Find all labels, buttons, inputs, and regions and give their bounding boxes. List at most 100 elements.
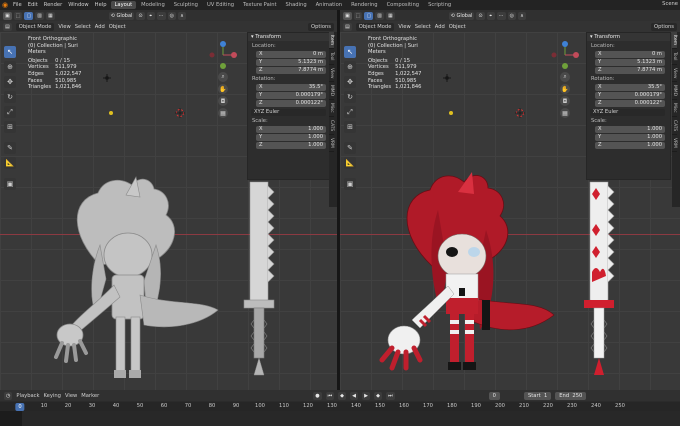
scale-tool-icon[interactable]: ⤢ bbox=[344, 106, 356, 118]
prev-key-icon[interactable]: ◆ bbox=[338, 391, 347, 400]
panel-title[interactable]: ▾ Transform bbox=[248, 33, 331, 41]
jump-start-icon[interactable]: ⏮ bbox=[325, 391, 335, 400]
jump-end-icon[interactable]: ⏭ bbox=[386, 391, 395, 400]
add-cube-tool-icon[interactable]: ▣ bbox=[344, 178, 356, 190]
location-x-field[interactable]: X0 m bbox=[256, 51, 326, 58]
falloff-icon[interactable]: ∧ bbox=[177, 11, 186, 20]
snap-target-icon[interactable]: ⋯ bbox=[156, 11, 166, 20]
next-key-icon[interactable]: ◆ bbox=[374, 391, 383, 400]
editor-type-icon[interactable]: ▣ bbox=[3, 11, 12, 20]
scale-x-field[interactable]: X 1.000 bbox=[256, 126, 326, 133]
mode-dropdown[interactable]: Object Mode bbox=[15, 22, 55, 31]
mode-toggle-icon[interactable]: ⬚ bbox=[353, 11, 363, 20]
viewport-left[interactable]: ▣ ⬚ ▢ ▥ ▦ ⟲ Global ⊙ ⌖ ⋯ ◎ ∧ ▤ Object Mo… bbox=[0, 10, 337, 390]
light-icon[interactable] bbox=[103, 74, 111, 82]
current-frame-field[interactable]: 0 bbox=[488, 391, 500, 400]
proportional-edit-icon[interactable]: ◎ bbox=[507, 11, 516, 20]
select-mode-icon[interactable]: ▥ bbox=[375, 11, 384, 20]
scale-y-field[interactable]: Y 1.000 bbox=[595, 134, 665, 141]
workspace-tab-animation[interactable]: Animation bbox=[312, 1, 346, 9]
blender-logo-icon[interactable]: ◉ bbox=[0, 0, 10, 10]
select-mode-icon[interactable]: ▦ bbox=[385, 11, 395, 20]
menu-view[interactable]: View bbox=[65, 393, 77, 399]
scale-z-field[interactable]: Z 1.000 bbox=[595, 142, 665, 149]
cursor-tool-icon[interactable]: ⊕ bbox=[344, 61, 356, 73]
location-z-field[interactable]: Z 7.8774 m bbox=[595, 67, 665, 74]
scale-x-field[interactable]: X 1.000 bbox=[595, 126, 665, 133]
menu-file[interactable]: File bbox=[10, 2, 25, 8]
pan-hand-icon[interactable]: ✋ bbox=[560, 84, 570, 94]
move-tool-icon[interactable]: ✥ bbox=[4, 76, 16, 88]
play-icon[interactable]: ▶ bbox=[362, 391, 371, 400]
menu-add[interactable]: Add bbox=[435, 24, 445, 30]
tab-cats[interactable]: CATS bbox=[672, 117, 677, 135]
rotation-y-field[interactable]: Y 0.000179° bbox=[256, 92, 326, 99]
clock-icon[interactable]: ◷ bbox=[4, 391, 13, 400]
timeline-track-area[interactable] bbox=[0, 411, 680, 426]
tab-view[interactable]: View bbox=[672, 65, 677, 82]
annotate-tool-icon[interactable]: ✎ bbox=[4, 142, 16, 154]
workspace-tab-sculpting[interactable]: Sculpting bbox=[170, 1, 202, 9]
menu-view[interactable]: View bbox=[398, 24, 410, 30]
tab-mmd[interactable]: MMD bbox=[329, 82, 334, 100]
location-z-field[interactable]: Z 7.8774 m bbox=[256, 67, 326, 74]
options-dropdown[interactable]: Options bbox=[650, 22, 677, 31]
sword-model-colored[interactable] bbox=[582, 180, 618, 380]
orientation-dropdown[interactable]: ⟲ Global bbox=[448, 11, 475, 20]
tab-misc[interactable]: Misc bbox=[329, 100, 334, 117]
rotate-tool-icon[interactable]: ↻ bbox=[344, 91, 356, 103]
pan-hand-icon[interactable]: ✋ bbox=[218, 84, 228, 94]
menu-playback[interactable]: Playback bbox=[16, 393, 39, 399]
end-frame-field[interactable]: End 250 bbox=[555, 391, 587, 400]
select-box-icon[interactable]: ▢ bbox=[364, 11, 374, 20]
snap-target-icon[interactable]: ⋯ bbox=[496, 11, 506, 20]
tab-item[interactable]: Item bbox=[672, 32, 677, 49]
measure-tool-icon[interactable]: 📐 bbox=[344, 157, 356, 169]
rotation-z-field[interactable]: Z 0.000122° bbox=[595, 100, 665, 107]
panel-title[interactable]: ▾ Transform bbox=[587, 33, 670, 41]
tab-vrm[interactable]: VRM bbox=[672, 135, 677, 152]
falloff-icon[interactable]: ∧ bbox=[517, 11, 526, 20]
location-y-field[interactable]: Y 5.1323 m bbox=[595, 59, 665, 66]
proportional-edit-icon[interactable]: ◎ bbox=[167, 11, 176, 20]
pivot-icon[interactable]: ⊙ bbox=[476, 11, 485, 20]
zoom-icon[interactable]: ⌕ bbox=[560, 72, 570, 82]
cursor-tool-icon[interactable]: ⊕ bbox=[4, 61, 16, 73]
editor-type-icon[interactable]: ▣ bbox=[343, 11, 352, 20]
record-icon[interactable]: ● bbox=[313, 391, 322, 400]
viewport-right[interactable]: ▣ ⬚ ▢ ▥ ▦ ⟲ Global ⊙ ⌖ ⋯ ◎ ∧ ▤ Object Mo… bbox=[340, 10, 680, 390]
camera-view-icon[interactable]: ◘ bbox=[560, 96, 570, 106]
axis-gizmo-icon[interactable] bbox=[550, 40, 580, 70]
rotation-x-field[interactable]: X 35.5° bbox=[595, 84, 665, 91]
select-tool-icon[interactable]: ↖ bbox=[4, 46, 16, 58]
snap-icon[interactable]: ⌖ bbox=[146, 11, 155, 20]
play-reverse-icon[interactable]: ◀ bbox=[350, 391, 359, 400]
tab-vrm[interactable]: VRM bbox=[329, 135, 334, 152]
workspace-tab-rendering[interactable]: Rendering bbox=[347, 1, 382, 9]
menu-marker[interactable]: Marker bbox=[81, 393, 99, 399]
tab-item[interactable]: Item bbox=[329, 32, 334, 49]
perspective-grid-icon[interactable]: ▦ bbox=[560, 108, 570, 118]
move-tool-icon[interactable]: ✥ bbox=[344, 76, 356, 88]
location-y-field[interactable]: Y 5.1323 m bbox=[256, 59, 326, 66]
frame-ruler[interactable]: 0 10 20 30 40 50 60 70 80 90 100 110 120 130 140 150 160… bbox=[0, 402, 680, 411]
workspace-tab-texture-paint[interactable]: Texture Paint bbox=[239, 1, 280, 9]
zoom-icon[interactable]: ⌕ bbox=[218, 72, 228, 82]
scale-z-field[interactable]: Z 1.000 bbox=[256, 142, 326, 149]
scene-selector[interactable]: Scene bbox=[662, 1, 678, 7]
workspace-tab-shading[interactable]: Shading bbox=[282, 1, 311, 9]
tab-tool[interactable]: Tool bbox=[672, 49, 677, 65]
character-model-clay[interactable] bbox=[40, 175, 220, 390]
tab-misc[interactable]: Misc bbox=[672, 100, 677, 117]
sword-model-clay[interactable] bbox=[242, 180, 278, 380]
3d-cursor-icon[interactable] bbox=[515, 108, 525, 118]
menu-add[interactable]: Add bbox=[95, 24, 105, 30]
select-box-icon[interactable]: ▢ bbox=[24, 11, 34, 20]
perspective-grid-icon[interactable]: ▦ bbox=[218, 108, 228, 118]
mode-dropdown[interactable]: Object Mode bbox=[355, 22, 395, 31]
scale-y-field[interactable]: Y 1.000 bbox=[256, 134, 326, 141]
scale-tool-icon[interactable]: ⤢ bbox=[4, 106, 16, 118]
3d-cursor-icon[interactable] bbox=[175, 108, 185, 118]
location-x-field[interactable]: X0 m bbox=[595, 51, 665, 58]
workspace-tab-compositing[interactable]: Compositing bbox=[383, 1, 424, 9]
